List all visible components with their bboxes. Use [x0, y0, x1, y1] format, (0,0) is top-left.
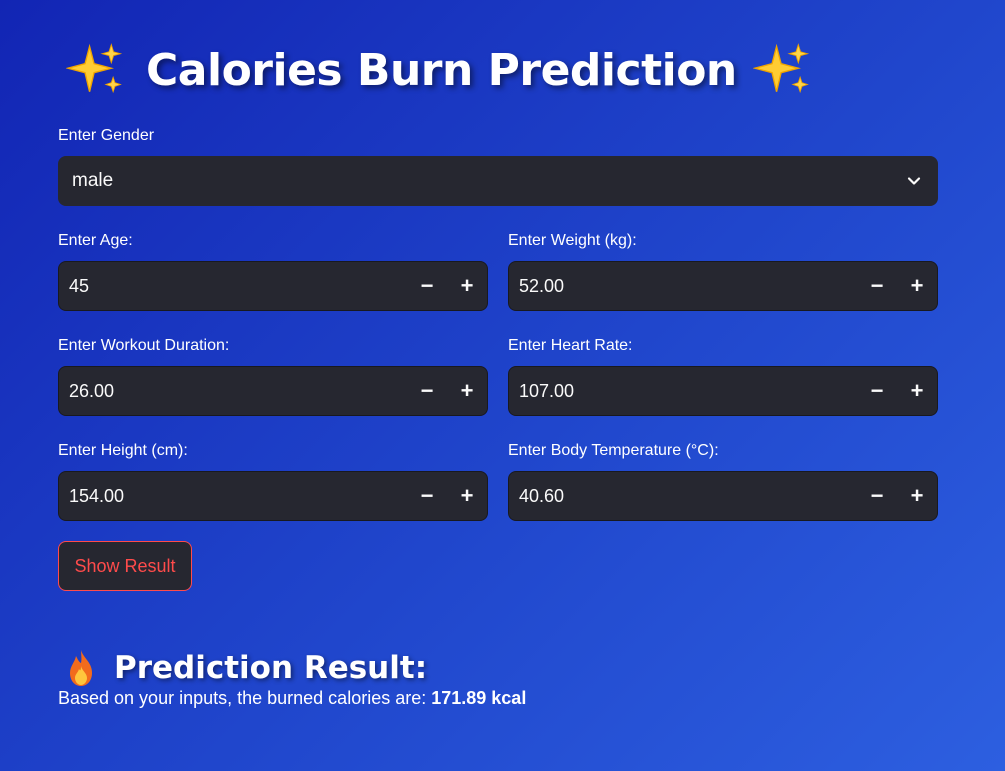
chevron-down-icon [904, 171, 924, 191]
gender-select[interactable]: male [58, 156, 938, 206]
body-temp-decrement-button[interactable]: − [857, 472, 897, 520]
sparkles-icon [752, 41, 811, 99]
age-label: Enter Age: [58, 232, 133, 249]
show-result-button[interactable]: Show Result [58, 541, 192, 591]
age-decrement-button[interactable]: − [407, 262, 447, 310]
age-input[interactable]: 45 − + [58, 261, 488, 311]
heart-rate-decrement-button[interactable]: − [857, 367, 897, 415]
page-title: Calories Burn Prediction [66, 38, 811, 102]
duration-label: Enter Workout Duration: [58, 337, 230, 354]
weight-input[interactable]: 52.00 − + [508, 261, 938, 311]
prediction-result-prefix: Based on your inputs, the burned calorie… [58, 688, 432, 708]
prediction-result-text: Based on your inputs, the burned calorie… [58, 688, 526, 709]
weight-input-value[interactable]: 52.00 [519, 276, 857, 297]
heart-rate-increment-button[interactable]: + [897, 367, 937, 415]
height-input[interactable]: 154.00 − + [58, 471, 488, 521]
age-increment-button[interactable]: + [447, 262, 487, 310]
prediction-result-heading: Prediction Result: [64, 646, 427, 690]
duration-input-value[interactable]: 26.00 [69, 381, 407, 402]
body-temp-label: Enter Body Temperature (°C): [508, 442, 719, 459]
fire-icon [64, 648, 98, 688]
weight-increment-button[interactable]: + [897, 262, 937, 310]
heart-rate-input-value[interactable]: 107.00 [519, 381, 857, 402]
duration-increment-button[interactable]: + [447, 367, 487, 415]
heart-rate-input[interactable]: 107.00 − + [508, 366, 938, 416]
prediction-result-value: 171.89 kcal [431, 688, 527, 708]
body-temp-increment-button[interactable]: + [897, 472, 937, 520]
prediction-result-heading-text: Prediction Result: [114, 649, 428, 686]
height-decrement-button[interactable]: − [407, 472, 447, 520]
sparkles-icon [66, 41, 124, 99]
duration-input[interactable]: 26.00 − + [58, 366, 488, 416]
gender-label: Enter Gender [58, 127, 155, 144]
weight-label: Enter Weight (kg): [508, 232, 637, 249]
duration-decrement-button[interactable]: − [407, 367, 447, 415]
body-temp-input[interactable]: 40.60 − + [508, 471, 938, 521]
heart-rate-label: Enter Heart Rate: [508, 337, 633, 354]
height-label: Enter Height (cm): [58, 442, 188, 459]
height-increment-button[interactable]: + [447, 472, 487, 520]
height-input-value[interactable]: 154.00 [69, 486, 407, 507]
weight-decrement-button[interactable]: − [857, 262, 897, 310]
page-title-text: Calories Burn Prediction [146, 44, 737, 96]
body-temp-input-value[interactable]: 40.60 [519, 486, 857, 507]
age-input-value[interactable]: 45 [69, 276, 407, 297]
gender-select-value: male [72, 170, 114, 191]
